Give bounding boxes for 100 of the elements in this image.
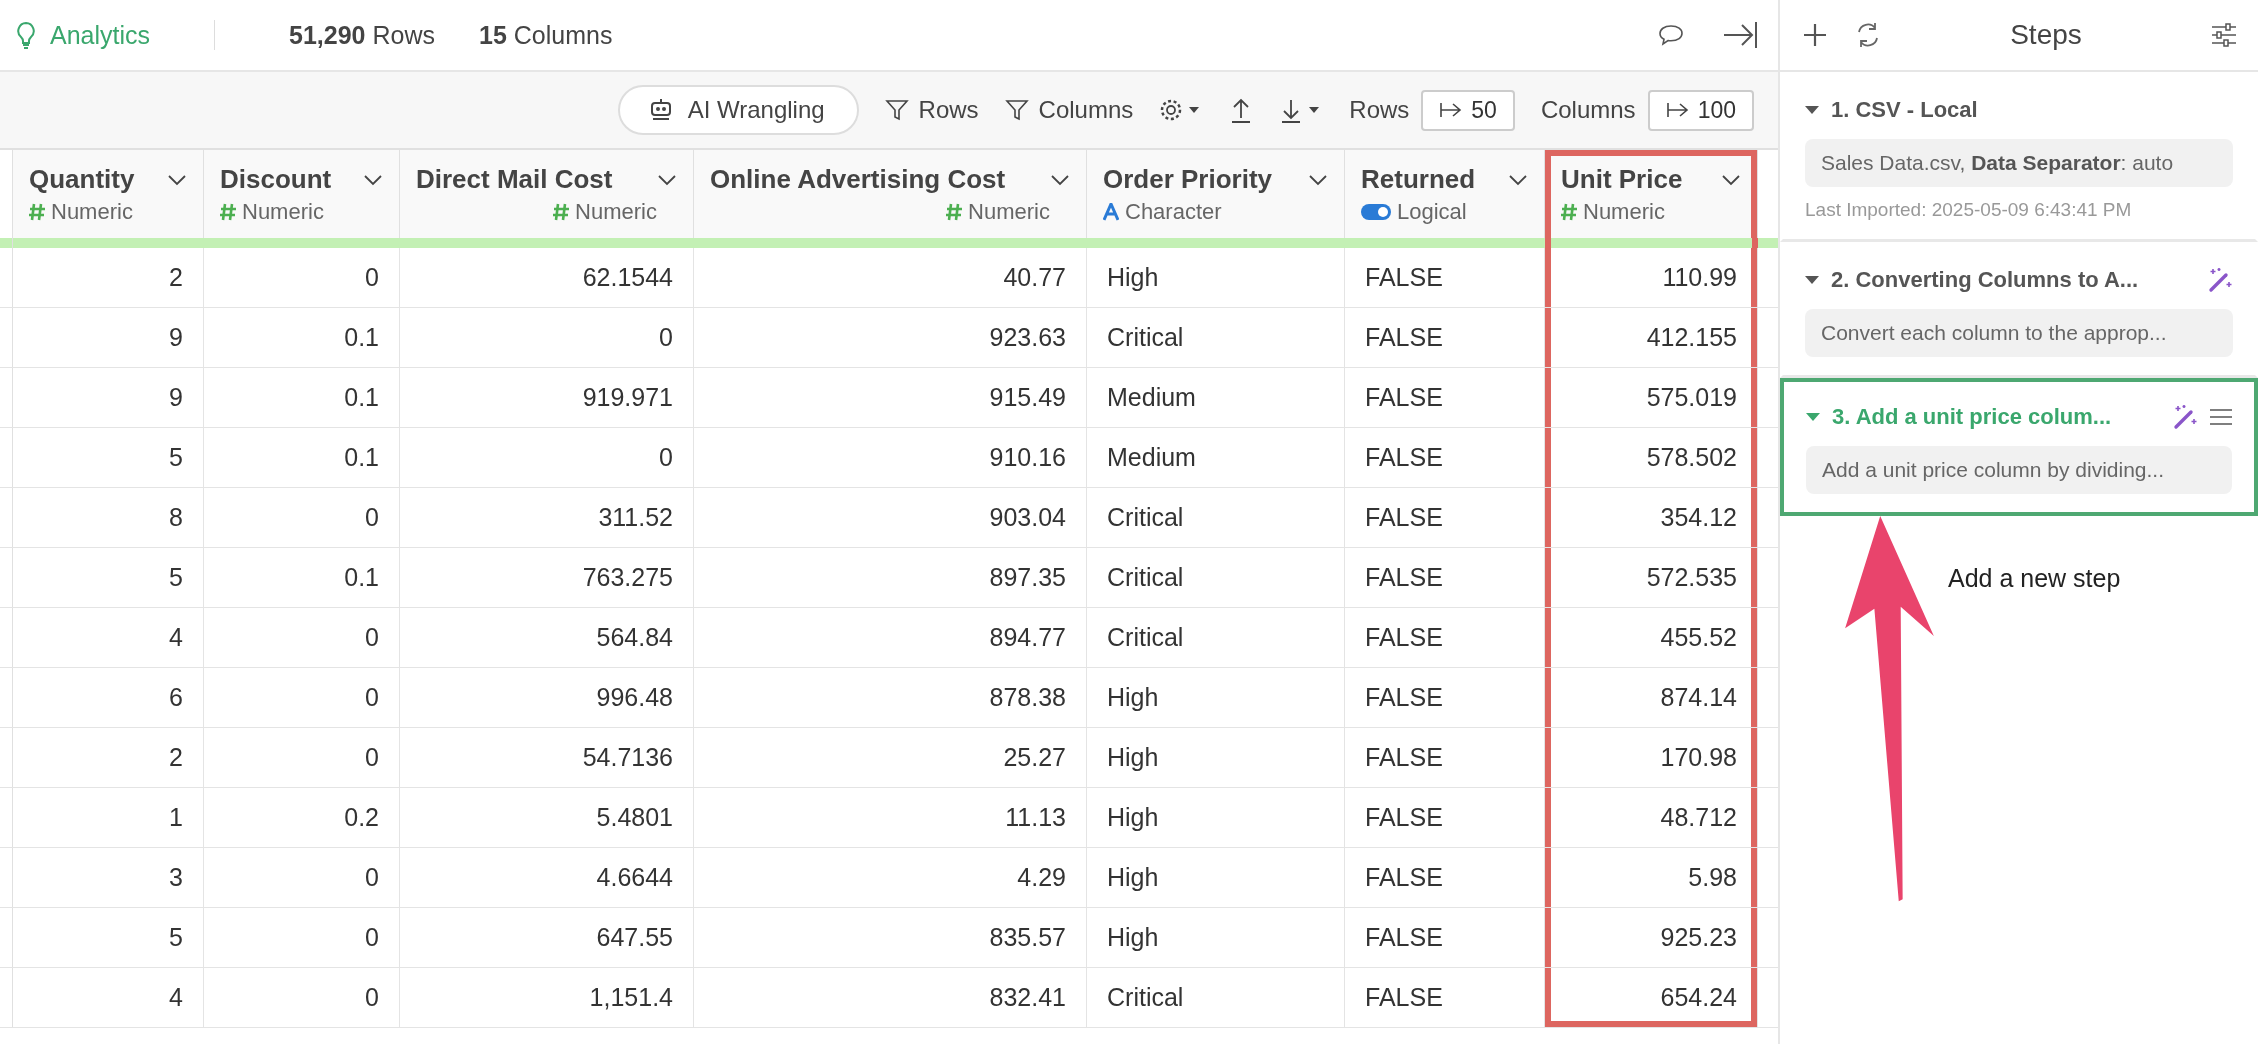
table-cell: Critical: [1087, 608, 1345, 667]
table-cell: 894.77: [694, 608, 1087, 667]
table-cell: 8: [13, 488, 204, 547]
table-cell: 6: [13, 668, 204, 727]
ai-wrangling-button[interactable]: AI Wrangling: [617, 85, 859, 135]
menu-icon[interactable]: [2210, 408, 2232, 426]
column-header[interactable]: Direct Mail Cost Numeric: [400, 150, 694, 238]
table-cell: 2: [13, 728, 204, 787]
table-cell: 0.1: [204, 428, 400, 487]
table-cell: 455.52: [1545, 608, 1758, 667]
table-cell: High: [1087, 248, 1345, 307]
table-cell: 5: [13, 428, 204, 487]
table-cell: 4: [13, 968, 204, 1027]
step-card[interactable]: 3. Add a unit price colum... Add a unit price column by dividing...: [1780, 378, 2258, 516]
step-card[interactable]: 2. Converting Columns to A... Convert each column to the approp...: [1780, 242, 2258, 378]
table-cell: 311.52: [400, 488, 694, 547]
column-header[interactable]: Online Advertising Cost Numeric: [694, 150, 1087, 238]
table-cell: 897.35: [694, 548, 1087, 607]
magic-wand-icon[interactable]: [2207, 267, 2233, 293]
step-card[interactable]: 1. CSV - Local Sales Data.csv, Data Separator: auto Last Imported: 2025-05-09 6:43:41 PM: [1780, 72, 2258, 242]
table-cell: Medium: [1087, 428, 1345, 487]
column-header[interactable]: Order Priority Character: [1087, 150, 1345, 238]
hash-icon: [946, 203, 963, 221]
chevron-down-icon[interactable]: [1308, 173, 1328, 186]
step-description: Sales Data.csv, Data Separator: auto: [1805, 139, 2233, 187]
toggle-icon: [1361, 204, 1391, 220]
chevron-down-icon[interactable]: [363, 173, 383, 186]
columns-limit-field[interactable]: 100: [1647, 89, 1754, 131]
arrow-to-right-icon: [1439, 100, 1464, 120]
table-cell: Medium: [1087, 368, 1345, 427]
comment-icon[interactable]: [1658, 24, 1684, 46]
rows-count: 51,290 Rows: [289, 20, 435, 50]
caret-down-icon[interactable]: [1805, 105, 1819, 115]
hash-icon: [1561, 203, 1577, 221]
table-cell: 48.712: [1545, 788, 1758, 847]
table-cell: FALSE: [1345, 788, 1545, 847]
table-cell: 170.98: [1545, 728, 1758, 787]
plus-icon[interactable]: [1802, 22, 1828, 48]
table-cell: 647.55: [400, 908, 694, 967]
table-cell: 763.275: [400, 548, 694, 607]
step-title[interactable]: 2. Converting Columns to A...: [1831, 267, 2195, 293]
table-cell: 0: [204, 488, 400, 547]
column-header[interactable]: Discount Numeric: [204, 150, 400, 238]
table-cell: 575.019: [1545, 368, 1758, 427]
annotation-text: Add a new step: [1948, 564, 2121, 593]
table-cell: 925.23: [1545, 908, 1758, 967]
table-cell: 54.7136: [400, 728, 694, 787]
letter-a-icon: [1103, 203, 1119, 221]
table-cell: 832.41: [694, 968, 1087, 1027]
table-cell: 572.535: [1545, 548, 1758, 607]
table-cell: 0: [204, 728, 400, 787]
table-cell: 3: [13, 848, 204, 907]
table-cell: 910.16: [694, 428, 1087, 487]
table-cell: FALSE: [1345, 908, 1545, 967]
hash-icon: [553, 203, 570, 221]
table-cell: 903.04: [694, 488, 1087, 547]
columns-count: 15 Columns: [479, 20, 613, 50]
chevron-down-icon[interactable]: [1721, 173, 1741, 186]
filter-columns-button[interactable]: Columns: [1004, 96, 1134, 124]
chevron-down-icon[interactable]: [167, 173, 187, 186]
table-cell: 0: [204, 608, 400, 667]
step-description: Add a unit price column by dividing...: [1806, 446, 2232, 494]
table-cell: 5: [13, 548, 204, 607]
column-header[interactable]: Returned Logical: [1345, 150, 1545, 238]
table-cell: 0.1: [204, 548, 400, 607]
column-header[interactable]: Unit Price Numeric: [1545, 150, 1758, 238]
hash-icon: [220, 203, 236, 221]
table-cell: Critical: [1087, 308, 1345, 367]
table-cell: 874.14: [1545, 668, 1758, 727]
step-title[interactable]: 1. CSV - Local: [1831, 97, 2233, 123]
step-description: Convert each column to the approp...: [1805, 309, 2233, 357]
table-cell: 0: [204, 848, 400, 907]
table-cell: 62.1544: [400, 248, 694, 307]
table-cell: FALSE: [1345, 968, 1545, 1027]
column-header[interactable]: Quantity Numeric: [13, 150, 204, 238]
table-cell: 0: [204, 968, 400, 1027]
chevron-down-icon[interactable]: [1508, 173, 1528, 186]
table-cell: 4.6644: [400, 848, 694, 907]
table-cell: 996.48: [400, 668, 694, 727]
table-cell: 25.27: [694, 728, 1087, 787]
rows-limit-label: Rows: [1349, 96, 1410, 124]
chevron-down-icon[interactable]: [657, 173, 677, 186]
table-cell: FALSE: [1345, 848, 1545, 907]
filter-rows-button[interactable]: Rows: [884, 96, 979, 124]
collapse-panel-icon[interactable]: [1722, 20, 1758, 50]
filter-icon: [884, 98, 909, 122]
table-cell: High: [1087, 848, 1345, 907]
table-cell: 835.57: [694, 908, 1087, 967]
sliders-icon[interactable]: [2210, 22, 2238, 48]
table-cell: 878.38: [694, 668, 1087, 727]
table-cell: Critical: [1087, 548, 1345, 607]
chevron-down-icon[interactable]: [1050, 173, 1070, 186]
arrow-to-right-icon: [1665, 100, 1690, 120]
table-cell: FALSE: [1345, 548, 1545, 607]
table-cell: 0: [400, 428, 694, 487]
rows-limit-field[interactable]: 50: [1421, 89, 1515, 131]
magic-wand-icon[interactable]: [2172, 404, 2198, 430]
caret-down-icon[interactable]: [1805, 275, 1819, 285]
table-cell: 5: [13, 908, 204, 967]
table-cell: 654.24: [1545, 968, 1758, 1027]
